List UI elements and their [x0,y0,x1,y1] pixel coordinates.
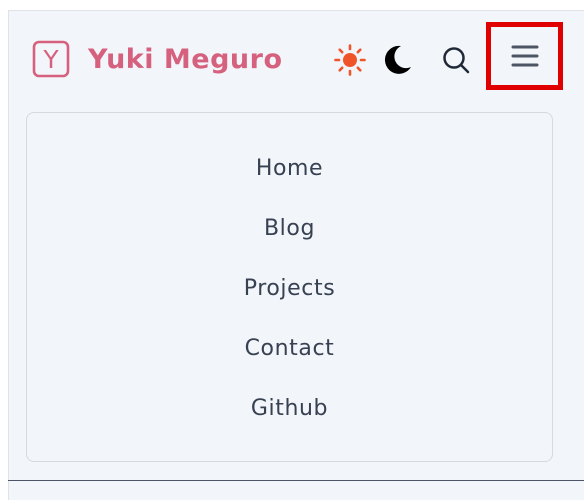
nav-link-blog[interactable]: Blog [264,216,315,241]
nav-item-projects: Projects [27,275,552,303]
nav-item-home: Home [27,155,552,183]
nav-link-home[interactable]: Home [256,156,323,181]
mobile-nav-menu: Home Blog Projects Contact Github [26,112,553,462]
sun-icon [334,44,366,76]
home-logo-link[interactable]: Y Yuki Meguro [32,39,283,79]
hamburger-menu-icon [511,45,538,67]
dark-mode-button[interactable] [380,43,414,77]
header-divider [8,480,584,481]
menu-toggle-button[interactable] [486,22,563,90]
site-title: Yuki Meguro [88,43,283,75]
logo-icon: Y [32,40,70,78]
nav-item-contact: Contact [27,335,552,363]
moon-icon [384,45,411,74]
logo-letter: Y [42,45,59,74]
search-icon [443,47,470,74]
nav-link-contact[interactable]: Contact [245,336,335,361]
nav-item-blog: Blog [27,215,552,243]
nav-link-github[interactable]: Github [251,396,328,421]
search-button[interactable] [440,44,472,76]
nav-item-github: Github [27,395,552,423]
nav-link-projects[interactable]: Projects [244,276,336,301]
light-mode-button[interactable] [333,43,367,77]
